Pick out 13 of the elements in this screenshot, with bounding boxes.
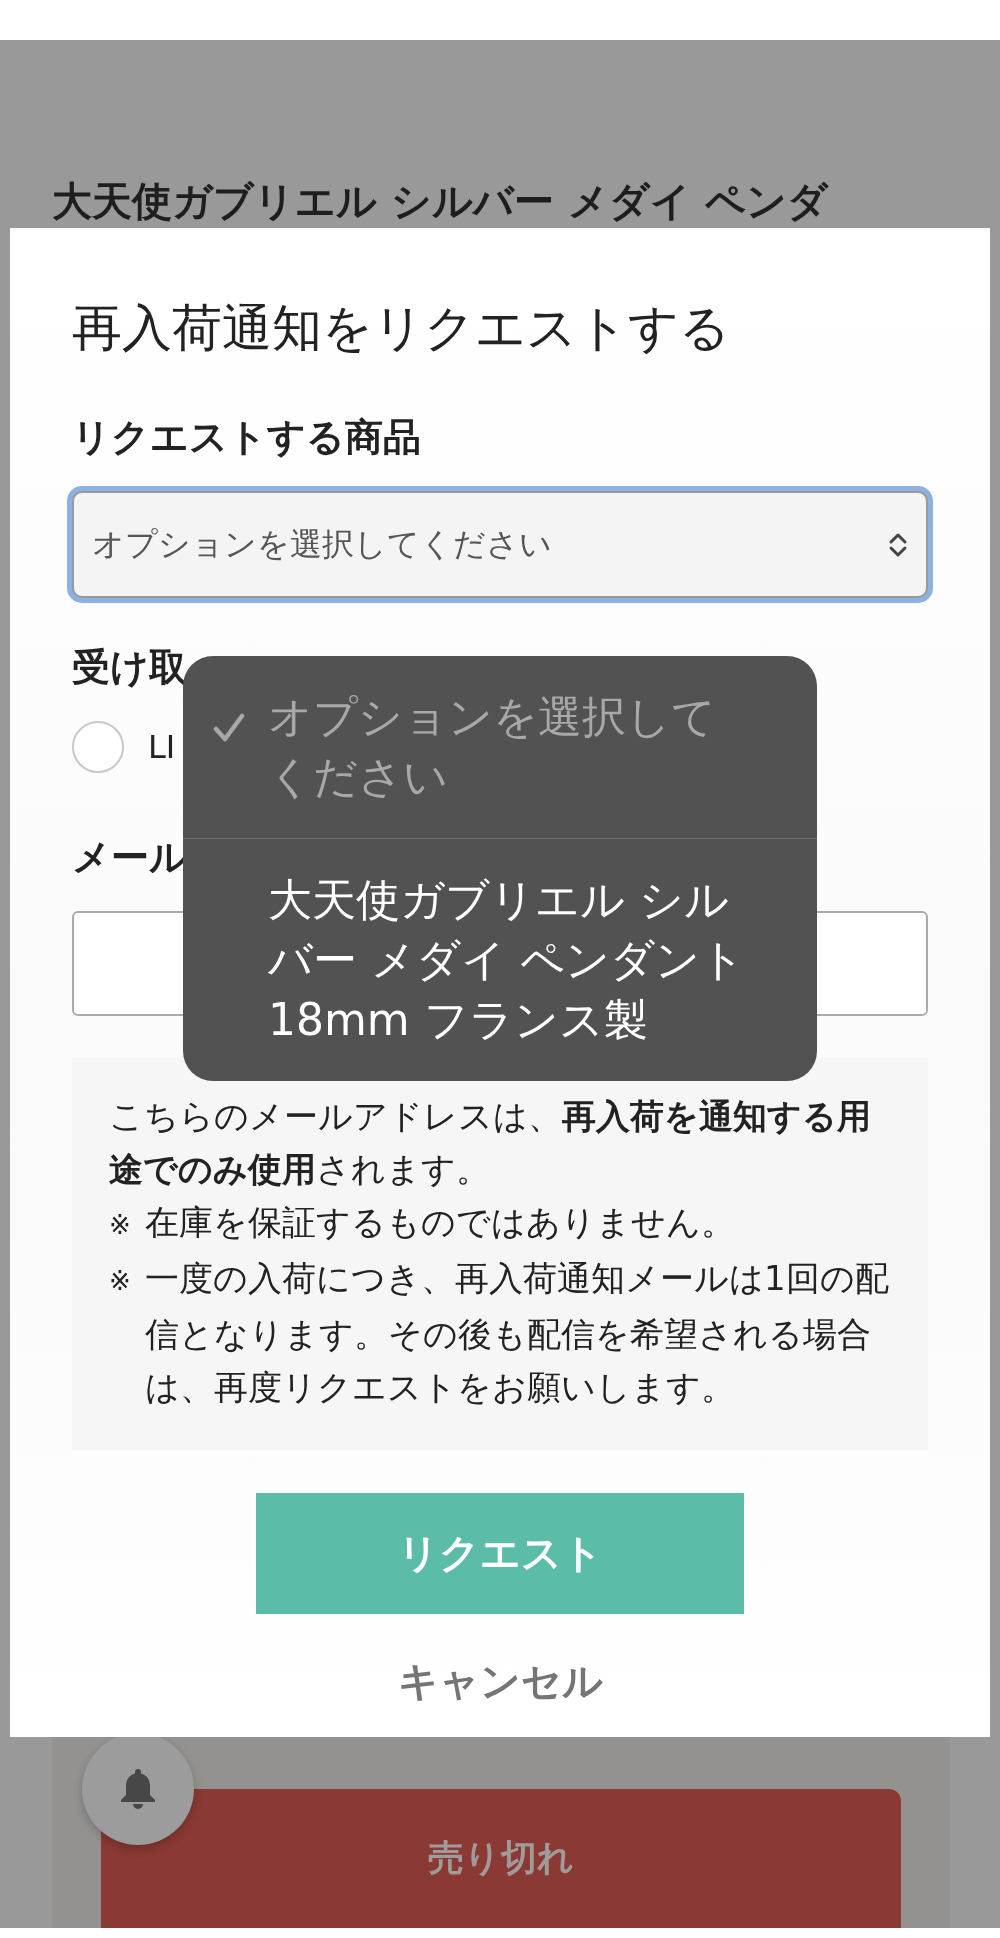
radio-label: LI [148,728,176,766]
cancel-button[interactable]: キャンセル [397,1656,603,1706]
notice-note: ※ 在庫を保証するものではありません。 [109,1201,736,1244]
product-title: 大天使ガブリエル シルバー メダイ ペンダ [52,177,830,226]
checkmark-icon [213,713,245,743]
bell-icon [118,1767,158,1811]
notice-text: こちらのメールアドレスは、再入荷を通知する用途でのみ使用されます。 [109,1095,872,1191]
notice-note: ※ 一度の入荷につき、再入荷通知メールは1回の配信となります。その後も配信を希望される場合は、再度リクエストをお願いします。 [109,1257,890,1409]
product-label: リクエストする商品 [72,414,421,461]
sold-out-button[interactable]: 売り切れ [101,1789,901,1928]
dropdown-option[interactable]: 大天使ガブリエル シルバー メダイ ペンダント 18mm フランス製 [183,838,817,1081]
dialog-title: 再入荷通知をリクエストする [72,298,730,358]
radio-button[interactable] [72,721,124,773]
